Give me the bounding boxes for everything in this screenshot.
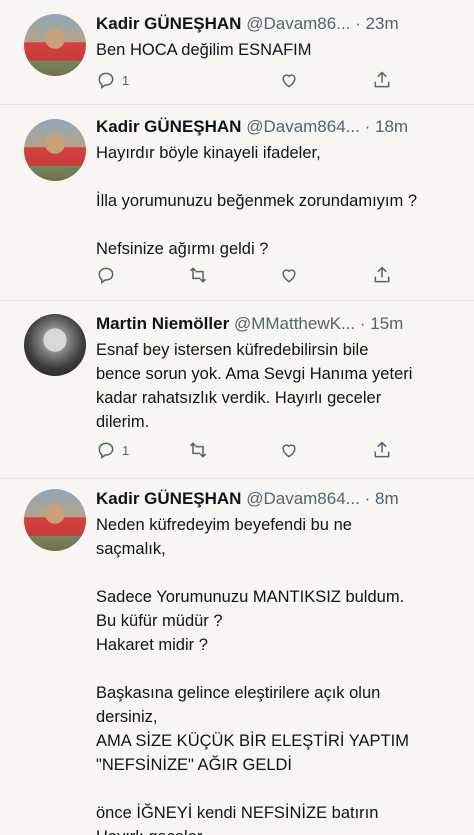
- tweet-text: Neden küfredeyim beyefendi bu ne saçmalı…: [96, 513, 458, 835]
- avatar[interactable]: [24, 489, 86, 551]
- tweet-actions: 1: [96, 439, 396, 461]
- retweet-button[interactable]: [188, 264, 208, 286]
- share-button[interactable]: [372, 69, 392, 91]
- tweet-line: Hakaret midir ?: [96, 636, 208, 654]
- reply-icon: [98, 267, 114, 284]
- tweet-line: Nefsinize ağırmı geldi ?: [96, 240, 269, 258]
- tweet-line: bence sorun yok. Ama Sevgi Hanıma yeteri: [96, 365, 413, 383]
- tweet-header: Kadir GÜNEŞHAN @Davam86... · 23m: [96, 12, 461, 36]
- tweet-line: [96, 165, 458, 189]
- share-button[interactable]: [372, 264, 392, 286]
- tweet-line: "NEFSİNİZE" AĞIR GELDİ: [96, 756, 293, 774]
- reply-count: 1: [122, 72, 130, 88]
- tweet-line: dilerim.: [96, 413, 150, 431]
- reply-button[interactable]: 1: [96, 439, 129, 461]
- tweet-actions: 1: [96, 69, 396, 91]
- like-button[interactable]: [279, 69, 299, 91]
- reply-button[interactable]: [96, 264, 122, 286]
- retweet-icon: [189, 267, 207, 283]
- heart-icon: [282, 74, 296, 88]
- divider: [0, 300, 474, 301]
- retweet-button[interactable]: [188, 439, 208, 461]
- tweet[interactable]: Kadir GÜNEŞHAN @Davam86... · 23m Ben HOC…: [0, 10, 474, 110]
- heart-icon: [282, 444, 296, 458]
- avatar[interactable]: [24, 314, 86, 376]
- tweet-line: Sadece Yorumunuzu MANTIKSIZ buldum.: [96, 588, 405, 606]
- tweet-line: saçmalık,: [96, 540, 166, 558]
- reply-count: 1: [122, 442, 130, 458]
- heart-icon: [282, 269, 296, 283]
- tweet-line: dersiniz,: [96, 708, 158, 726]
- tweet-time[interactable]: 18m: [375, 117, 408, 136]
- tweet-line: kadar rahatsızlık verdik. Hayırlı gecele…: [96, 389, 382, 407]
- author-name[interactable]: Kadir GÜNEŞHAN: [96, 489, 241, 508]
- tweet-line: Neden küfredeyim beyefendi bu ne: [96, 516, 352, 534]
- like-button[interactable]: [279, 439, 299, 461]
- tweet-time[interactable]: 15m: [370, 314, 403, 333]
- avatar[interactable]: [24, 14, 86, 76]
- tweet-line: [96, 657, 458, 681]
- share-icon: [374, 441, 390, 458]
- tweet-line: AMA SİZE KÜÇÜK BİR ELEŞTİRİ YAPTIM: [96, 732, 409, 750]
- retweet-icon: [189, 442, 207, 458]
- time-separator: ·: [364, 117, 371, 136]
- tweet-time[interactable]: 23m: [366, 14, 399, 33]
- like-button[interactable]: [279, 264, 299, 286]
- time-separator: ·: [359, 314, 366, 333]
- tweet-line: Hayırlı geceler: [96, 825, 458, 835]
- time-separator: ·: [355, 14, 361, 33]
- tweet-header: Kadir GÜNEŞHAN @Davam864... · 18m: [96, 115, 461, 139]
- tweet-line: Bu küfür müdür ?: [96, 612, 223, 630]
- divider: [0, 104, 474, 105]
- share-icon: [374, 266, 390, 283]
- reply-icon: [98, 442, 114, 459]
- author-name[interactable]: Kadir GÜNEŞHAN: [96, 14, 241, 33]
- time-separator: ·: [364, 489, 371, 508]
- author-name[interactable]: Kadir GÜNEŞHAN: [96, 117, 241, 136]
- author-name[interactable]: Martin Niemöller: [96, 314, 229, 333]
- reply-icon: [98, 72, 114, 89]
- tweet[interactable]: Kadir GÜNEŞHAN @Davam864... · 8m Neden k…: [0, 485, 474, 835]
- author-handle[interactable]: @Davam86...: [246, 14, 350, 33]
- divider: [0, 478, 474, 479]
- author-handle[interactable]: @Davam864...: [246, 489, 360, 508]
- tweet-line: İlla yorumunuzu beğenmek zorundamıyım ?: [96, 192, 417, 210]
- tweet-line: Esnaf bey istersen küfredebilirsin bile: [96, 341, 369, 359]
- tweet-line: [96, 777, 458, 801]
- share-icon: [374, 71, 390, 88]
- tweet-time[interactable]: 8m: [375, 489, 399, 508]
- tweet-actions: [96, 264, 396, 286]
- avatar[interactable]: [24, 119, 86, 181]
- tweet-text: Ben HOCA değilim ESNAFIM: [96, 38, 458, 62]
- author-handle[interactable]: @MMatthewK...: [234, 314, 355, 333]
- tweet-header: Kadir GÜNEŞHAN @Davam864... · 8m: [96, 487, 461, 511]
- tweet[interactable]: Kadir GÜNEŞHAN @Davam864... · 18m Hayırd…: [0, 113, 474, 303]
- tweet-text: Hayırdır böyle kinayeli ifadeler, İlla y…: [96, 141, 458, 261]
- tweet-line: [96, 213, 458, 237]
- tweet-line: [96, 561, 458, 585]
- tweet-line: Başkasına gelince eleştirilere açık olun: [96, 684, 381, 702]
- tweet-header: Martin Niemöller @MMatthewK... · 15m: [96, 312, 461, 336]
- author-handle[interactable]: @Davam864...: [246, 117, 360, 136]
- tweet-line: Hayırdır böyle kinayeli ifadeler,: [96, 144, 321, 162]
- reply-button[interactable]: 1: [96, 69, 129, 91]
- tweet[interactable]: Martin Niemöller @MMatthewK... · 15m Esn…: [0, 310, 474, 480]
- tweet-line: Ben HOCA değilim ESNAFIM: [96, 41, 312, 59]
- tweet-text: Esnaf bey istersen küfredebilirsin bile …: [96, 338, 458, 434]
- share-button[interactable]: [372, 439, 392, 461]
- tweet-line: önce İĞNEYİ kendi NEFSİNİZE batırın: [96, 804, 379, 822]
